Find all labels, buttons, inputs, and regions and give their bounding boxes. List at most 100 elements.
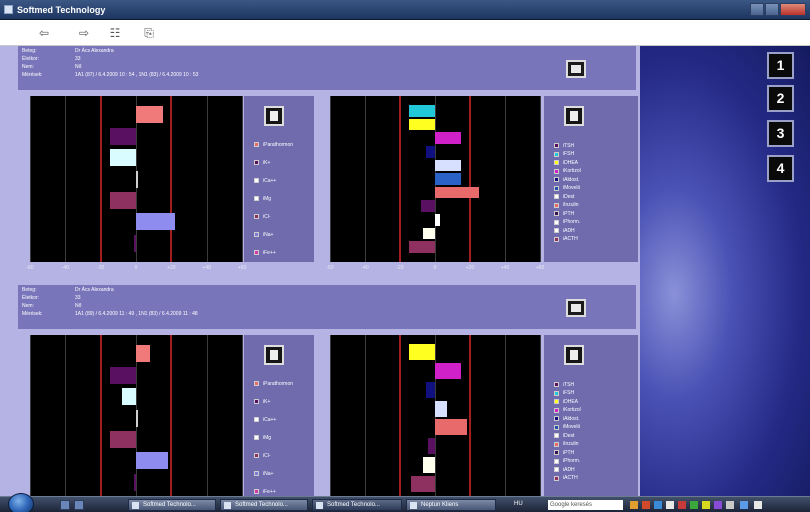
search-input[interactable]: Google keresés	[548, 500, 623, 510]
legend-swatch	[554, 202, 559, 208]
legend-item: iACTH	[554, 236, 578, 243]
chart-bar	[421, 200, 435, 213]
maximize-button[interactable]	[765, 3, 779, 16]
legend-item: iDest	[554, 432, 574, 439]
x-tick-label: +20	[465, 265, 475, 271]
copy-icon[interactable]: ⎘	[141, 25, 157, 41]
start-button[interactable]	[8, 493, 34, 512]
x-tick-label: +20	[167, 265, 176, 271]
minimize-button[interactable]	[750, 3, 764, 16]
chart-bar	[109, 149, 136, 167]
chart-bar	[109, 191, 136, 209]
legend-swatch	[554, 433, 559, 438]
legend-item: iTSH	[554, 142, 574, 149]
tray-icon[interactable]	[702, 501, 710, 509]
forward-arrow-icon[interactable]: ⇨	[76, 25, 92, 41]
view-button-1[interactable]: 1	[767, 52, 794, 79]
info-label: Életkor:	[22, 56, 39, 62]
patient-info-bar: Beteg: Dr Ács Alexandra Életkor: 33 Nem: Nő Mé…	[18, 285, 636, 329]
tray-icon[interactable]	[654, 501, 662, 509]
chart-bar	[109, 127, 136, 145]
legend-label: iParathormon	[263, 141, 294, 148]
window-controls	[750, 3, 806, 16]
legend-print-button[interactable]	[564, 106, 584, 126]
quicklaunch-ie-icon[interactable]	[74, 500, 84, 510]
volume-icon[interactable]	[754, 501, 762, 509]
chart-bar	[408, 344, 435, 361]
chart-bar	[109, 430, 136, 448]
legend-swatch	[254, 214, 259, 219]
tray-icon[interactable]	[690, 501, 698, 509]
x-tick-label: +60	[535, 265, 545, 271]
reference-line	[99, 335, 102, 501]
legend-item: iFSH	[554, 390, 574, 397]
bar-chart	[30, 335, 243, 501]
print-button[interactable]	[566, 299, 586, 317]
legend-label: iKortizol	[563, 168, 581, 174]
legend-label: iMg	[263, 434, 272, 441]
info-value: Nő	[75, 303, 82, 309]
note-icon[interactable]: ☷	[107, 25, 123, 41]
legend-item: iMg	[254, 195, 271, 202]
legend-item: iCl-	[254, 213, 271, 220]
info-value: 1A1 (89) / 6.4.2009 11 : 49 , 1N1 (83) /…	[75, 311, 198, 317]
view-button-3[interactable]: 3	[767, 120, 794, 147]
back-arrow-icon[interactable]: ⇦	[36, 25, 52, 41]
legend-item: iK+	[254, 398, 270, 405]
legend-label: iDest	[563, 193, 575, 200]
chart-bar	[435, 186, 479, 199]
view-button-2[interactable]: 2	[767, 85, 794, 112]
tray-icon[interactable]	[678, 501, 686, 509]
tray-icon[interactable]	[726, 501, 734, 509]
legend-swatch	[554, 211, 559, 216]
legend-item: iNa+	[254, 470, 273, 477]
legend-swatch	[554, 185, 559, 191]
tray-icon[interactable]	[630, 501, 638, 509]
legend-item: iADH	[554, 466, 575, 473]
legend-swatch	[554, 458, 559, 464]
gridline	[365, 96, 366, 262]
legend-swatch	[554, 151, 559, 157]
x-tick-label: 0	[433, 265, 437, 271]
legend-swatch	[554, 228, 559, 233]
legend-print-button[interactable]	[264, 345, 284, 365]
chart-bar	[136, 106, 163, 124]
legend-item: iADH	[554, 227, 575, 234]
taskbar-item[interactable]: Neptun Kliens	[406, 499, 496, 511]
legend-label: iPTH	[563, 449, 575, 456]
info-value: 1A1 (87) / 6.4.2009 10 : 54 , 1N1 (83) /…	[75, 72, 199, 78]
language-indicator[interactable]: HU	[514, 501, 523, 507]
taskbar-item[interactable]: Softmed Technolo...	[312, 499, 402, 511]
tray-icon[interactable]	[642, 501, 650, 509]
quicklaunch-desktop-icon[interactable]	[60, 500, 70, 510]
legend-print-button[interactable]	[264, 106, 284, 126]
close-button[interactable]	[780, 3, 806, 16]
chart-bar	[428, 438, 435, 455]
legend-print-button[interactable]	[564, 345, 584, 365]
gridline	[242, 335, 243, 501]
legend-swatch	[254, 250, 259, 255]
chart-bar	[435, 419, 467, 436]
gridline	[65, 96, 67, 262]
legend-label: iCl-	[263, 452, 271, 459]
legend-swatch	[554, 407, 559, 413]
legend-item: iInzulin	[554, 441, 579, 448]
network-icon[interactable]	[740, 501, 748, 509]
view-button-4[interactable]: 4	[767, 155, 794, 182]
legend-label: iTSH	[563, 381, 575, 388]
legend-swatch	[254, 453, 259, 458]
gridline	[330, 96, 331, 262]
taskbar-item[interactable]: Softmed Technolo...	[220, 499, 308, 511]
taskbar-item[interactable]: Softmed Technolo...	[128, 499, 216, 511]
tray-icon[interactable]	[666, 501, 674, 509]
info-value: 33	[75, 56, 81, 62]
info-label: Életkor:	[22, 295, 39, 301]
x-tick-label: 0	[134, 265, 138, 271]
legend-panel: iParathormon iK+ iCa++ iMg iCl-iNa+ iFe++	[244, 335, 314, 501]
print-button[interactable]	[566, 60, 586, 78]
tray-icon[interactable]	[714, 501, 722, 509]
legend-swatch	[554, 416, 559, 421]
legend-item: iKortizol	[554, 168, 581, 175]
gridline	[365, 335, 366, 501]
legend-swatch	[554, 441, 559, 447]
